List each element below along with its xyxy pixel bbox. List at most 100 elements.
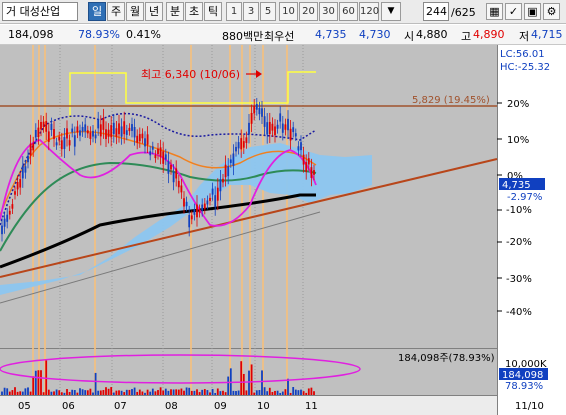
candle-body: [50, 123, 53, 131]
period-minute-button[interactable]: 분: [166, 2, 184, 21]
volume-bar: [32, 376, 35, 395]
lc-label: LC:56.01: [500, 49, 545, 60]
indicator-icon[interactable]: ✓: [505, 3, 522, 20]
candle-body: [123, 121, 126, 135]
candle-body: [177, 180, 180, 188]
candle-body: [84, 124, 87, 132]
interval-30-button[interactable]: 30: [319, 2, 338, 21]
candle-body: [183, 198, 185, 207]
volume-bar: [242, 373, 245, 395]
candle-body: [146, 134, 149, 145]
volume-bar: [287, 378, 289, 395]
volume-bar: [227, 376, 230, 395]
candle-body: [255, 103, 258, 110]
interval-60-button[interactable]: 60: [339, 2, 358, 21]
candle-body: [302, 154, 305, 165]
volume-bar: [133, 387, 136, 395]
volume-bar: [235, 391, 237, 395]
candle-body: [294, 133, 297, 137]
volume-bar: [281, 391, 284, 395]
change-percent: 0.41%: [126, 28, 161, 41]
candle-body: [92, 130, 94, 137]
interval-dropdown-icon[interactable]: ▼: [381, 2, 401, 21]
period-second-button[interactable]: 초: [185, 2, 203, 21]
volume-bar: [271, 391, 274, 395]
candle-body: [216, 187, 219, 201]
candle-body: [305, 162, 308, 172]
candle-body: [271, 123, 274, 131]
candle-body: [229, 159, 232, 164]
volume-bar: [94, 372, 97, 395]
candle-body: [27, 155, 29, 163]
volume-bar: [11, 390, 14, 395]
period-day-button[interactable]: 일: [88, 2, 106, 21]
interval-5-button[interactable]: 5: [260, 2, 276, 21]
candle-body: [37, 127, 40, 138]
candle-body: [214, 195, 217, 207]
tick-minus40pct: -40%: [506, 307, 532, 318]
volume-bar: [131, 389, 133, 395]
open-label: 시: [404, 30, 415, 43]
trade-amount: 880백만: [222, 30, 264, 43]
volume-bar: [159, 387, 162, 395]
tick-minus20pct: -20%: [506, 237, 532, 248]
candle-body: [112, 122, 115, 135]
volume-bar: [196, 389, 198, 395]
volume-bar: [237, 390, 240, 395]
interval-10-button[interactable]: 10: [279, 2, 298, 21]
interval-1-button[interactable]: 1: [226, 2, 242, 21]
volume-bar: [250, 364, 253, 395]
candle-body: [201, 204, 204, 211]
volume-bar: [232, 390, 235, 395]
candle-body: [16, 181, 19, 190]
interval-120-button[interactable]: 120: [359, 2, 379, 21]
volume-bar: [240, 361, 243, 395]
interval-20-button[interactable]: 20: [299, 2, 318, 21]
peak-annotation: 최고 6,340 (10/06): [141, 68, 240, 81]
volume-bar: [284, 389, 287, 395]
period-week-button[interactable]: 주: [107, 2, 125, 21]
volume-bar: [118, 390, 120, 395]
volume-bar: [40, 370, 42, 395]
stock-name-field[interactable]: 거 대성산업: [2, 2, 78, 21]
volume-bar: [313, 391, 315, 395]
volume-bar: [89, 388, 92, 395]
volume-bar: [123, 392, 126, 395]
candle-body: [240, 138, 243, 150]
candle-body: [162, 151, 165, 164]
month-label-07: 07: [114, 401, 127, 412]
volume-bar: [141, 391, 144, 395]
save-icon[interactable]: ▣: [524, 3, 541, 20]
interval-3-button[interactable]: 3: [243, 2, 259, 21]
period-month-button[interactable]: 월: [126, 2, 144, 21]
candle-body: [29, 143, 32, 156]
volume-bar: [24, 388, 27, 395]
volume-bar: [214, 392, 217, 395]
candle-body: [107, 129, 110, 137]
volume-rate: 78.93%: [78, 28, 120, 41]
period-tick-button[interactable]: 틱: [204, 2, 222, 21]
right-date-label: 11/10: [515, 401, 544, 412]
volume-bar: [71, 389, 74, 395]
high-price: 4,890: [473, 28, 505, 41]
volume-bar: [110, 387, 113, 395]
grid-icon[interactable]: ▦: [486, 3, 503, 20]
volume-bar: [19, 391, 22, 395]
volume-bar: [279, 392, 282, 395]
volume-bar: [219, 391, 222, 395]
volume-bar: [8, 391, 11, 395]
tick-minus30pct: -30%: [506, 274, 532, 285]
volume-bar: [297, 390, 300, 395]
candle-body: [266, 122, 269, 135]
candle-body: [211, 188, 214, 195]
volume-bar: [157, 390, 159, 395]
candle-body: [133, 127, 136, 138]
month-label-06: 06: [62, 401, 75, 412]
settings-icon[interactable]: ⚙: [543, 3, 560, 20]
month-label-05: 05: [18, 401, 31, 412]
bar-count-input[interactable]: 244: [423, 2, 449, 21]
volume-bar: [294, 389, 297, 395]
candle-body: [105, 129, 107, 140]
period-year-button[interactable]: 년: [145, 2, 163, 21]
candle-body: [79, 130, 81, 136]
